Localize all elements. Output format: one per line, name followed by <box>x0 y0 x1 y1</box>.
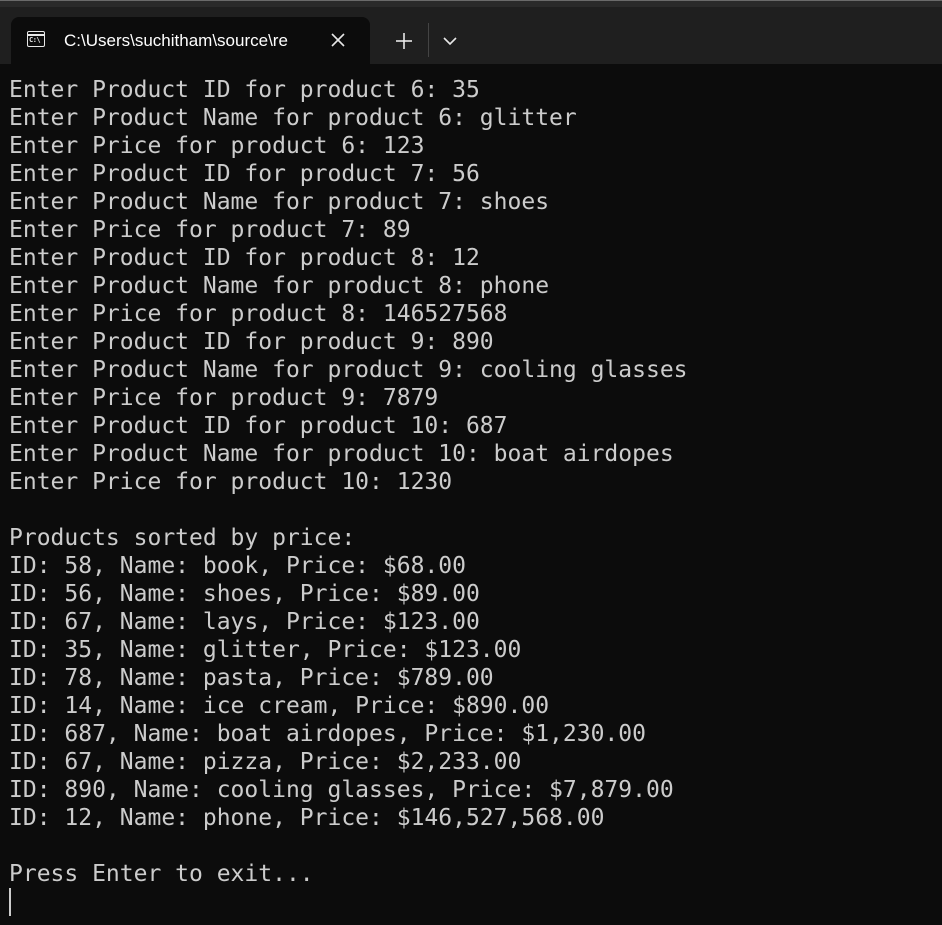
console-line: Enter Product ID for product 9: 890 <box>9 329 494 355</box>
tab-console[interactable]: C:\ C:\Users\suchitham\source\re <box>11 17 370 65</box>
console-line: ID: 890, Name: cooling glasses, Price: $… <box>9 777 674 803</box>
console-line: Enter Product Name for product 10: boat … <box>9 441 674 467</box>
console-line: Enter Price for product 7: 89 <box>9 217 411 243</box>
console-output[interactable]: Enter Product ID for product 6: 35 Enter … <box>0 76 942 925</box>
console-line: Enter Product Name for product 9: coolin… <box>9 357 688 383</box>
console-line: Enter Product ID for product 8: 12 <box>9 245 480 271</box>
console-line: Enter Price for product 9: 7879 <box>9 385 439 411</box>
chevron-down-icon[interactable] <box>436 25 464 57</box>
console-icon: C:\ <box>27 31 45 47</box>
console-line: ID: 14, Name: ice cream, Price: $890.00 <box>9 693 550 719</box>
console-line: Enter Product Name for product 7: shoes <box>9 189 550 215</box>
tab-separator <box>428 23 429 57</box>
terminal-window: C:\ C:\Users\suchitham\source\re Enter P… <box>0 0 942 925</box>
console-line: Enter Price for product 10: 1230 <box>9 469 453 495</box>
console-line: Enter Product ID for product 7: 56 <box>9 161 480 187</box>
console-line: ID: 687, Name: boat airdopes, Price: $1,… <box>9 721 646 747</box>
console-line: ID: 35, Name: glitter, Price: $123.00 <box>9 637 522 663</box>
console-line: Enter Product ID for product 6: 35 <box>9 77 480 103</box>
console-line: ID: 67, Name: lays, Price: $123.00 <box>9 609 480 635</box>
console-line: Enter Price for product 8: 146527568 <box>9 301 508 327</box>
tab-title: C:\Users\suchitham\source\re <box>64 31 288 50</box>
background-window-strip <box>0 1 942 7</box>
title-bar: C:\ C:\Users\suchitham\source\re <box>0 0 942 65</box>
console-line: Products sorted by price: <box>9 525 356 551</box>
text-cursor <box>9 888 11 916</box>
console-line: ID: 58, Name: book, Price: $68.00 <box>9 553 466 579</box>
console-line: ID: 56, Name: shoes, Price: $89.00 <box>9 581 480 607</box>
console-line: Enter Product Name for product 8: phone <box>9 273 550 299</box>
console-line: Enter Product Name for product 6: glitte… <box>9 105 577 131</box>
console-line: Enter Product ID for product 10: 687 <box>9 413 508 439</box>
console-line: ID: 78, Name: pasta, Price: $789.00 <box>9 665 494 691</box>
plus-icon[interactable] <box>388 25 420 57</box>
close-icon[interactable] <box>327 29 349 51</box>
console-line: ID: 12, Name: phone, Price: $146,527,568… <box>9 805 605 831</box>
console-line: ID: 67, Name: pizza, Price: $2,233.00 <box>9 749 522 775</box>
console-line: Enter Price for product 6: 123 <box>9 133 425 159</box>
console-line: Press Enter to exit... <box>9 861 314 887</box>
